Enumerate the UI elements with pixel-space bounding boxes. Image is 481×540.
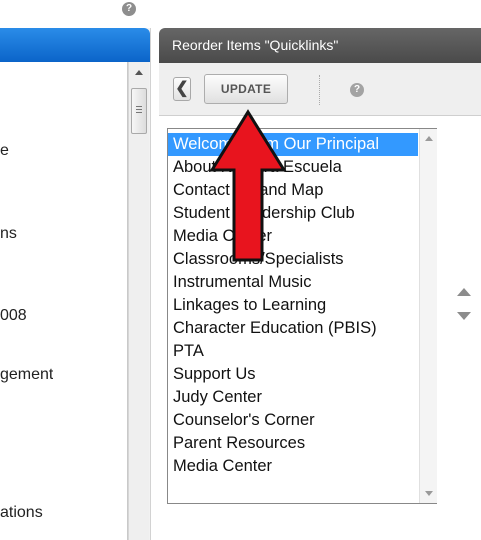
- list-item[interactable]: Contact Us and Map: [168, 179, 418, 202]
- grip-line: [136, 106, 142, 107]
- toolbar-separator: [319, 75, 321, 105]
- annotation-arrow-icon: [209, 109, 287, 262]
- update-button[interactable]: UPDATE: [204, 74, 288, 104]
- move-up-icon[interactable]: [457, 288, 471, 296]
- left-nav-item[interactable]: e: [0, 142, 9, 160]
- divider: [150, 28, 151, 540]
- grip-line: [136, 112, 142, 113]
- back-button[interactable]: ❮: [173, 77, 191, 101]
- left-nav-item[interactable]: ations: [0, 504, 43, 522]
- list-item[interactable]: Counselor's Corner: [168, 409, 418, 432]
- list-item[interactable]: Parent Resources: [168, 432, 418, 455]
- reorder-panel-header: Reorder Items "Quicklinks": [159, 28, 481, 63]
- move-down-icon[interactable]: [457, 312, 471, 320]
- left-scrollbar[interactable]: [128, 62, 149, 540]
- left-nav-list: e ns 008 gement ations: [0, 62, 128, 540]
- reorder-panel: Reorder Items "Quicklinks" ❮ UPDATE ? We…: [159, 28, 481, 540]
- scroll-up-icon[interactable]: [135, 70, 143, 75]
- list-item[interactable]: Instrumental Music: [168, 271, 418, 294]
- left-panel: e ns 008 gement ations: [0, 28, 150, 540]
- panel-title: Reorder Items "Quicklinks": [172, 37, 339, 53]
- list-item[interactable]: Student Leadership Club: [168, 202, 418, 225]
- scroll-down-icon[interactable]: [425, 491, 433, 496]
- help-icon[interactable]: ?: [122, 2, 136, 16]
- list-item[interactable]: About Nuestra Escuela: [168, 156, 418, 179]
- list-item[interactable]: PTA: [168, 340, 418, 363]
- grip-line: [136, 109, 142, 110]
- list-item[interactable]: Judy Center: [168, 386, 418, 409]
- left-nav-item[interactable]: gement: [0, 366, 53, 384]
- left-nav-item[interactable]: 008: [0, 307, 27, 325]
- help-icon[interactable]: ?: [350, 83, 364, 97]
- list-item[interactable]: Character Education (PBIS): [168, 317, 418, 340]
- listbox-items: Welcome from Our PrincipalAbout Nuestra …: [168, 133, 418, 478]
- scroll-up-icon[interactable]: [425, 136, 433, 141]
- listbox-scrollbar[interactable]: [419, 129, 437, 503]
- left-nav-item[interactable]: ns: [0, 225, 17, 243]
- list-item[interactable]: Media Center: [168, 455, 418, 478]
- scrollbar-thumb[interactable]: [131, 88, 147, 134]
- list-item[interactable]: Support Us: [168, 363, 418, 386]
- list-item[interactable]: Linkages to Learning: [168, 294, 418, 317]
- list-item[interactable]: Media Center: [168, 225, 418, 248]
- list-item[interactable]: Classrooms/Specialists: [168, 248, 418, 271]
- left-panel-header: [0, 28, 150, 62]
- list-item[interactable]: Welcome from Our Principal: [168, 133, 418, 156]
